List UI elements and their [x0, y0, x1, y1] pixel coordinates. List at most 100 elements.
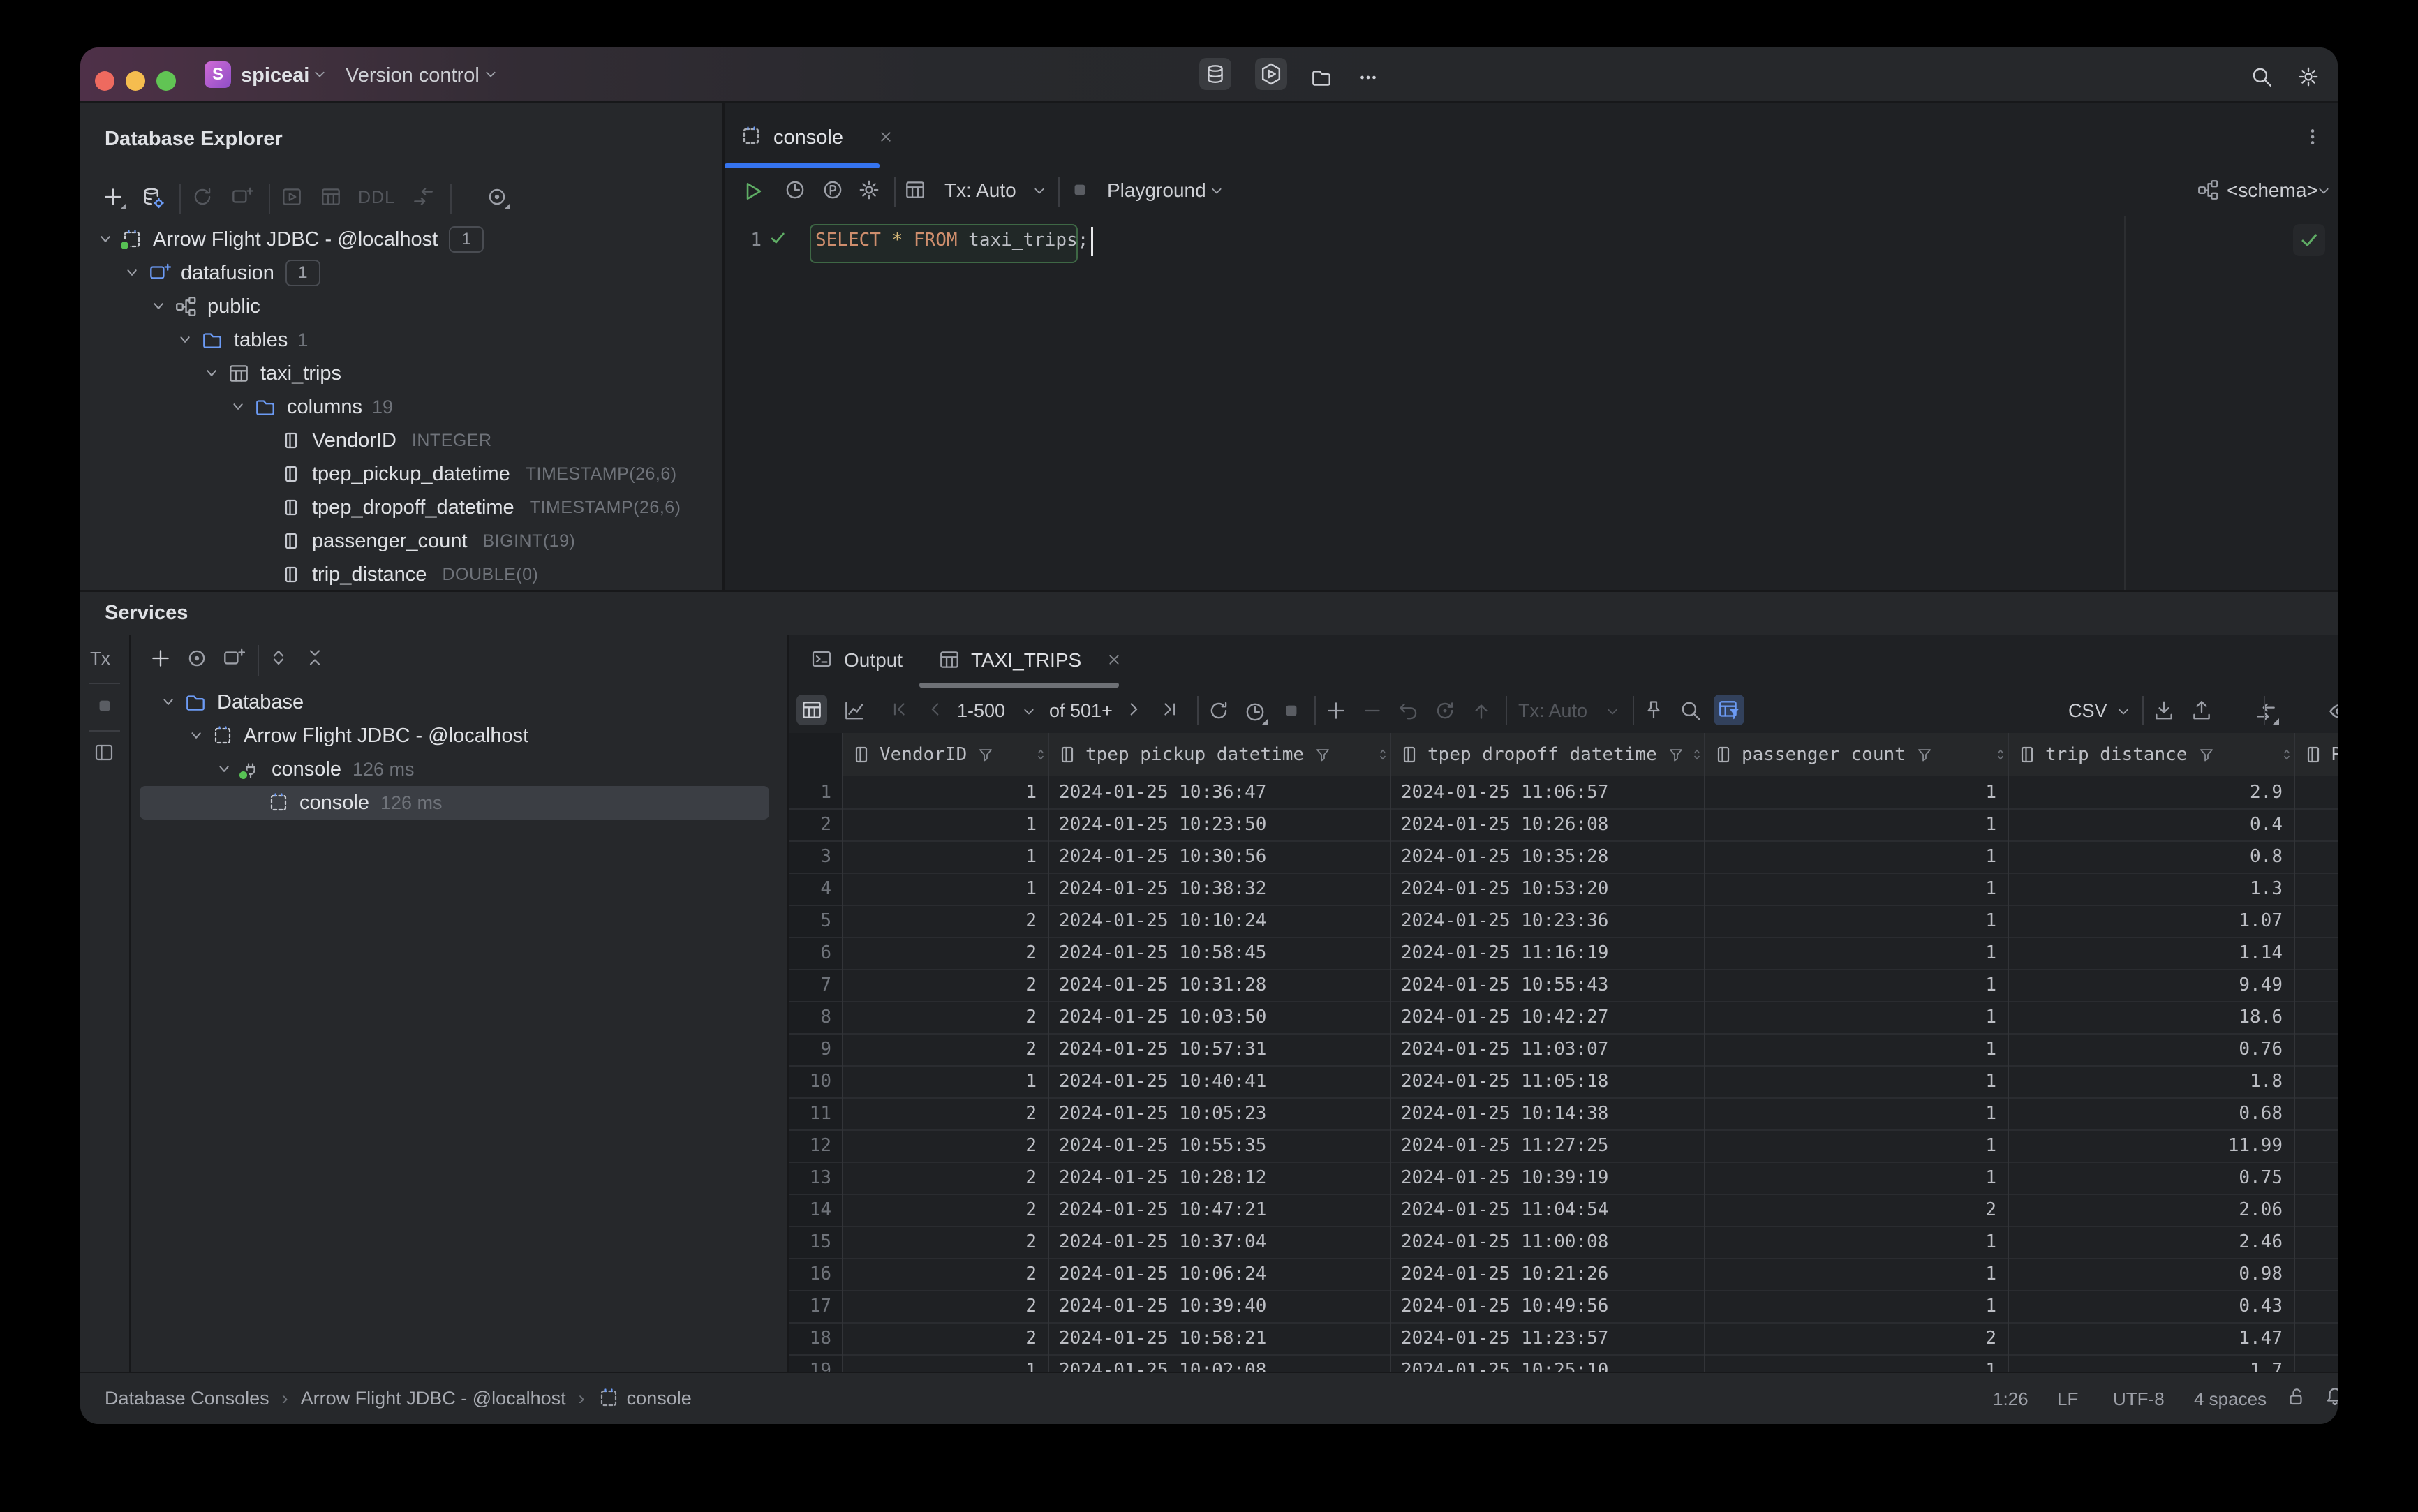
- grid-cell[interactable]: 2024-01-25 11:04:54: [1390, 1199, 1704, 1220]
- project-files-button[interactable]: [1310, 66, 1333, 89]
- breadcrumb-item[interactable]: Database Consoles: [105, 1388, 269, 1409]
- grid-cell[interactable]: 1: [1704, 1263, 2008, 1284]
- table-row[interactable]: 3 1 2024-01-25 10:30:56 2024-01-25 10:35:28…: [789, 840, 2338, 874]
- sort-icon[interactable]: [2278, 746, 2295, 763]
- add-row-icon[interactable]: [1324, 699, 1348, 722]
- filter-toggle[interactable]: [1714, 695, 1744, 725]
- grid-cell[interactable]: 1: [842, 782, 1048, 803]
- tree-item-passenger-count[interactable]: passenger_count BIGINT(19): [80, 524, 722, 558]
- grid-cell[interactable]: 1: [1704, 1071, 2008, 1092]
- line-ending-widget[interactable]: LF: [2057, 1388, 2078, 1410]
- table-view-icon[interactable]: [319, 185, 343, 209]
- sort-icon[interactable]: [1032, 746, 1049, 763]
- auto-refresh-icon[interactable]: [1243, 700, 1268, 725]
- grid-cell[interactable]: 2024-01-25 10:58:45: [1048, 942, 1390, 963]
- grid-cell[interactable]: 2024-01-25 10:03:50: [1048, 1007, 1390, 1028]
- more-tool-windows-button[interactable]: [1356, 66, 1380, 89]
- grid-cell[interactable]: 2024-01-25 10:47:21: [1048, 1199, 1390, 1220]
- caret-position-widget[interactable]: 1:26: [1993, 1388, 2028, 1410]
- tree-item-vendorid[interactable]: VendorID INTEGER: [80, 424, 722, 457]
- tree-item-arrow-flight-jdbc-localhost[interactable]: Arrow Flight JDBC - @localhost: [131, 719, 787, 753]
- table-row[interactable]: 16 2 2024-01-25 10:06:24 2024-01-25 10:21:2…: [789, 1258, 2338, 1291]
- grid-cell[interactable]: 2024-01-25 11:05:18: [1390, 1071, 1704, 1092]
- table-row[interactable]: 11 2 2024-01-25 10:05:23 2024-01-25 10:14:3…: [789, 1097, 2338, 1131]
- grid-cell[interactable]: 2: [842, 1296, 1048, 1317]
- sql-editor[interactable]: 1 SELECT * FROM taxi_trips;: [725, 216, 2338, 590]
- table-row[interactable]: 9 2 2024-01-25 10:57:31 2024-01-25 11:03:07…: [789, 1033, 2338, 1067]
- grid-cell[interactable]: 2.06: [2008, 1199, 2294, 1220]
- data-grid[interactable]: VendorID tpep_pickup_datetime tpep_dropoff…: [789, 733, 2338, 1372]
- playground-selector[interactable]: Playground: [1107, 179, 1206, 202]
- column-header-tpep_pickup_datetime[interactable]: tpep_pickup_datetime: [1048, 733, 1398, 778]
- grid-cell[interactable]: 0.75: [2008, 1167, 2294, 1188]
- collapse-all-icon[interactable]: [304, 646, 326, 669]
- export-format-selector[interactable]: CSV: [2068, 700, 2107, 722]
- add-service-icon[interactable]: [149, 646, 172, 670]
- grid-cell[interactable]: 1.3: [2008, 878, 2294, 899]
- grid-cell[interactable]: 2024-01-25 10:35:28: [1390, 846, 1704, 867]
- locate-object-icon[interactable]: [485, 185, 510, 209]
- tab-taxi-trips[interactable]: TAXI_TRIPS: [971, 649, 1081, 672]
- grid-cell[interactable]: 2.46: [2008, 1231, 2294, 1252]
- tree-item-datafusion[interactable]: datafusion 1: [80, 256, 722, 290]
- locate-icon[interactable]: [185, 646, 209, 670]
- pin-tab-icon[interactable]: [1642, 699, 1665, 721]
- import-export-icon[interactable]: [411, 185, 435, 209]
- console-settings-icon[interactable]: [857, 178, 881, 202]
- grid-cell[interactable]: 2024-01-25 10:10:24: [1048, 910, 1390, 931]
- grid-cell[interactable]: 2024-01-25 10:55:35: [1048, 1135, 1390, 1156]
- parameters-icon[interactable]: [821, 178, 845, 202]
- grid-cell[interactable]: 1: [842, 846, 1048, 867]
- grid-cell[interactable]: 1: [1704, 942, 2008, 963]
- tree-item-tables[interactable]: tables 1: [80, 323, 722, 357]
- table-row[interactable]: 12 2 2024-01-25 10:55:35 2024-01-25 11:27:2…: [789, 1129, 2338, 1163]
- run-icon[interactable]: [739, 178, 765, 205]
- close-window-button[interactable]: [95, 71, 114, 91]
- tab-output[interactable]: Output: [844, 649, 903, 672]
- tree-item-database[interactable]: Database: [131, 685, 787, 719]
- grid-cell[interactable]: 2024-01-25 10:39:19: [1390, 1167, 1704, 1188]
- table-row[interactable]: 2 1 2024-01-25 10:23:50 2024-01-25 10:26:08…: [789, 808, 2338, 842]
- version-control-menu[interactable]: Version control: [346, 64, 480, 87]
- indent-widget[interactable]: 4 spaces: [2194, 1388, 2267, 1410]
- funnel-icon[interactable]: [2197, 746, 2216, 764]
- sort-icon[interactable]: [1374, 746, 1391, 763]
- grid-cell[interactable]: 2024-01-25 10:06:24: [1048, 1263, 1390, 1284]
- sort-icon[interactable]: [1689, 746, 1705, 763]
- close-icon[interactable]: [877, 128, 895, 146]
- grid-cell[interactable]: 1.7: [2008, 1360, 2294, 1372]
- tree-item-columns[interactable]: columns 19: [80, 390, 722, 424]
- grid-cell[interactable]: 2024-01-25 11:23:57: [1390, 1328, 1704, 1349]
- grid-cell[interactable]: 2: [842, 1328, 1048, 1349]
- export-icon[interactable]: [2190, 699, 2213, 722]
- refresh-icon[interactable]: [191, 185, 214, 209]
- table-view-icon[interactable]: [903, 178, 927, 202]
- zoom-window-button[interactable]: [156, 71, 176, 91]
- editor-options-kebab-icon[interactable]: [2301, 125, 2324, 149]
- run-sql-script-icon[interactable]: [280, 185, 304, 209]
- grid-cell[interactable]: 2024-01-25 10:25:10: [1390, 1360, 1704, 1372]
- tree-item-console[interactable]: console 126 ms: [131, 753, 787, 786]
- grid-cell[interactable]: 1.07: [2008, 910, 2294, 931]
- history-icon[interactable]: [783, 178, 807, 202]
- grid-cell[interactable]: 0.8: [2008, 846, 2294, 867]
- expand-all-icon[interactable]: [267, 646, 290, 669]
- table-row[interactable]: 17 2 2024-01-25 10:39:40 2024-01-25 10:49:5…: [789, 1290, 2338, 1324]
- services-tool-button[interactable]: [1255, 58, 1287, 90]
- settings-button[interactable]: [2297, 65, 2320, 89]
- grid-cell[interactable]: 1: [1704, 878, 2008, 899]
- grid-cell[interactable]: 2024-01-25 10:30:56: [1048, 846, 1390, 867]
- funnel-icon[interactable]: [1314, 746, 1332, 764]
- view-options-icon[interactable]: [2327, 699, 2338, 724]
- grid-cell[interactable]: 2024-01-25 11:00:08: [1390, 1231, 1704, 1252]
- grid-cell[interactable]: 1: [1704, 1296, 2008, 1317]
- grid-cell[interactable]: 2024-01-25 10:23:36: [1390, 910, 1704, 931]
- grid-cell[interactable]: 2: [842, 942, 1048, 963]
- grid-cell[interactable]: 1: [1704, 1167, 2008, 1188]
- database-tool-button[interactable]: [1199, 58, 1231, 90]
- breadcrumb-item[interactable]: console: [627, 1388, 692, 1409]
- grid-cell[interactable]: 2: [842, 1263, 1048, 1284]
- grid-cell[interactable]: 2024-01-25 10:57:31: [1048, 1039, 1390, 1060]
- grid-cell[interactable]: 1.14: [2008, 942, 2294, 963]
- schema-selector[interactable]: <schema>: [2227, 179, 2318, 202]
